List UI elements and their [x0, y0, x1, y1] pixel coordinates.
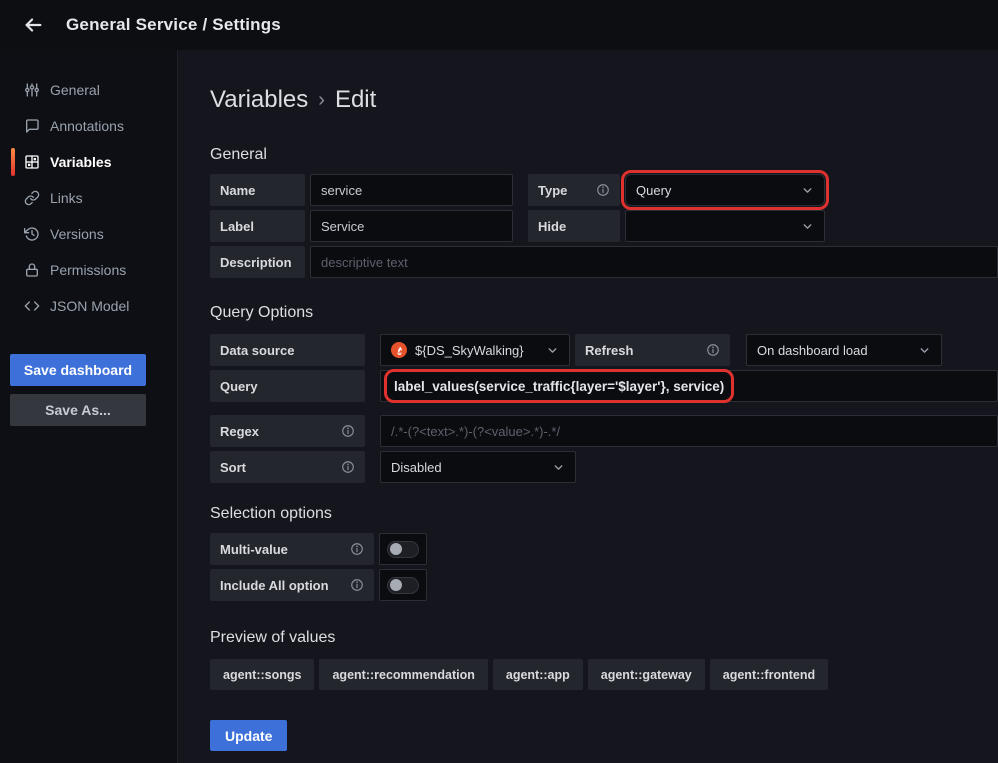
description-row: Description: [210, 246, 998, 278]
history-icon: [24, 226, 40, 242]
sort-select[interactable]: Disabled: [380, 451, 576, 483]
save-dashboard-button[interactable]: Save dashboard: [10, 354, 146, 386]
sidebar-item-label: Annotations: [50, 118, 124, 134]
toggle-knob: [390, 543, 402, 555]
settings-sidebar: General Annotations Variables Links Vers…: [0, 50, 178, 763]
hide-select[interactable]: [625, 210, 825, 242]
back-button[interactable]: [16, 8, 50, 42]
lock-icon: [24, 262, 40, 278]
info-icon: [350, 578, 364, 592]
arrow-left-icon: [22, 14, 44, 36]
data-source-refresh-row: Data source ${DS_SkyWalking} Refresh On: [210, 334, 998, 366]
info-icon: [706, 343, 720, 357]
sidebar-item-variables[interactable]: Variables: [0, 144, 177, 180]
query-options-heading: Query Options: [210, 304, 998, 322]
info-icon: [341, 424, 355, 438]
regex-row: Regex: [210, 415, 998, 447]
type-select[interactable]: Query: [625, 174, 825, 206]
info-icon: [341, 460, 355, 474]
sidebar-item-label: Permissions: [50, 262, 126, 278]
toggle-track: [387, 577, 419, 594]
query-label: Query: [210, 370, 365, 402]
hide-label: Hide: [528, 210, 620, 242]
toggle-knob: [390, 579, 402, 591]
label-input[interactable]: [310, 210, 513, 242]
chevron-down-icon: [546, 344, 559, 357]
page-title: General Service / Settings: [66, 15, 281, 35]
sliders-icon: [24, 82, 40, 98]
general-section-heading: General: [210, 146, 998, 164]
breadcrumb: Variables › Edit: [210, 86, 998, 114]
variables-edit-panel: Variables › Edit General Name Type Query: [178, 50, 998, 763]
label-hide-row: Label Hide: [210, 210, 998, 242]
chevron-down-icon: [801, 184, 814, 197]
sort-row: Sort Disabled: [210, 451, 998, 483]
top-header: General Service / Settings: [0, 0, 998, 50]
label-label: Label: [210, 210, 305, 242]
description-label: Description: [210, 246, 305, 278]
refresh-select[interactable]: On dashboard load: [746, 334, 942, 366]
save-as-button[interactable]: Save As...: [10, 394, 146, 426]
toggle-track: [387, 541, 419, 558]
sidebar-item-label: JSON Model: [50, 298, 129, 314]
sidebar-item-permissions[interactable]: Permissions: [0, 252, 177, 288]
sidebar-item-label: Links: [50, 190, 83, 206]
sidebar-item-label: General: [50, 82, 100, 98]
include-all-label: Include All option: [210, 569, 374, 601]
chevron-down-icon: [918, 344, 931, 357]
info-icon: [596, 183, 610, 197]
sidebar-item-annotations[interactable]: Annotations: [0, 108, 177, 144]
preview-chip: agent::gateway: [588, 659, 705, 690]
sidebar-item-label: Variables: [50, 154, 112, 170]
name-input[interactable]: [310, 174, 513, 206]
info-icon: [350, 542, 364, 556]
breadcrumb-page: Edit: [335, 86, 376, 114]
prometheus-icon: [391, 342, 407, 358]
data-source-select[interactable]: ${DS_SkyWalking}: [380, 334, 570, 366]
refresh-label: Refresh: [575, 334, 730, 366]
data-source-label: Data source: [210, 334, 365, 366]
name-type-row: Name Type Query: [210, 174, 998, 206]
name-label: Name: [210, 174, 305, 206]
query-row: Query label_values(service_traffic{layer…: [210, 370, 998, 402]
description-input[interactable]: [310, 246, 998, 278]
type-label: Type: [528, 174, 620, 206]
query-value-highlighted: label_values(service_traffic{layer='$lay…: [389, 374, 729, 398]
selection-options-heading: Selection options: [210, 505, 998, 523]
preview-chip: agent::songs: [210, 659, 314, 690]
grid-icon: [24, 154, 40, 170]
preview-chip: agent::app: [493, 659, 583, 690]
update-button[interactable]: Update: [210, 720, 287, 751]
code-brackets-icon: [24, 298, 40, 314]
preview-chip: agent::recommendation: [319, 659, 487, 690]
sort-label: Sort: [210, 451, 365, 483]
include-all-row: Include All option: [210, 569, 998, 601]
sidebar-item-json-model[interactable]: JSON Model: [0, 288, 177, 324]
multi-value-row: Multi-value: [210, 533, 998, 565]
preview-chip: agent::frontend: [710, 659, 828, 690]
query-input[interactable]: label_values(service_traffic{layer='$lay…: [380, 370, 998, 402]
sidebar-item-label: Versions: [50, 226, 104, 242]
breadcrumb-separator: ›: [318, 89, 325, 112]
multi-value-toggle[interactable]: [379, 533, 427, 565]
include-all-toggle[interactable]: [379, 569, 427, 601]
sidebar-item-general[interactable]: General: [0, 72, 177, 108]
comment-icon: [24, 118, 40, 134]
breadcrumb-section[interactable]: Variables: [210, 86, 308, 114]
chevron-down-icon: [801, 220, 814, 233]
regex-input[interactable]: [380, 415, 998, 447]
preview-values: agent::songs agent::recommendation agent…: [210, 659, 998, 690]
link-icon: [24, 190, 40, 206]
sidebar-item-links[interactable]: Links: [0, 180, 177, 216]
multi-value-label: Multi-value: [210, 533, 374, 565]
chevron-down-icon: [552, 461, 565, 474]
regex-label: Regex: [210, 415, 365, 447]
sidebar-item-versions[interactable]: Versions: [0, 216, 177, 252]
preview-heading: Preview of values: [210, 629, 998, 647]
